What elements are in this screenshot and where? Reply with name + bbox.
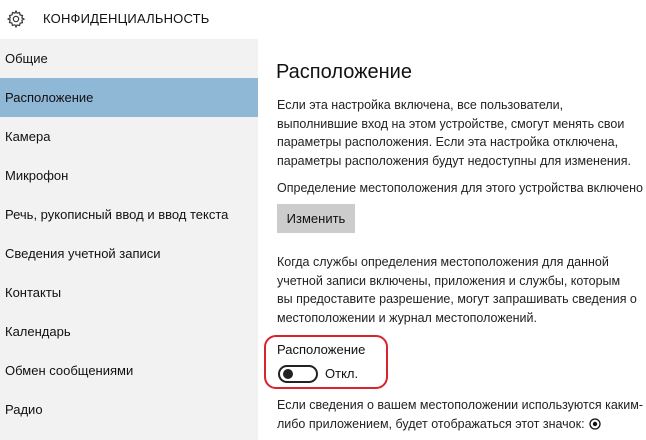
sidebar-item-camera[interactable]: Камера: [0, 117, 258, 156]
sidebar-item-radio[interactable]: Радио: [0, 390, 258, 429]
main-content: Расположение Если эта настройка включена…: [258, 39, 646, 440]
sidebar-item-speech[interactable]: Речь, рукописный ввод и ввод текста: [0, 195, 258, 234]
location-toggle-label: Расположение: [277, 342, 366, 357]
change-button[interactable]: Изменить: [277, 204, 355, 233]
sidebar-item-location[interactable]: Расположение: [0, 78, 258, 117]
sidebar-item-contacts[interactable]: Контакты: [0, 273, 258, 312]
app-header: КОНФИДЕНЦИАЛЬНОСТЬ: [0, 0, 646, 37]
sidebar-item-account-info[interactable]: Сведения учетной записи: [0, 234, 258, 273]
sidebar-item-microphone[interactable]: Микрофон: [0, 156, 258, 195]
location-description: Если эта настройка включена, все пользов…: [277, 98, 632, 168]
page-header-title: КОНФИДЕНЦИАЛЬНОСТЬ: [43, 11, 210, 26]
toggle-knob: [283, 369, 293, 379]
location-toggle[interactable]: [278, 365, 318, 383]
gear-icon: [6, 9, 26, 28]
location-toggle-state: Откл.: [325, 366, 359, 381]
sidebar-item-messaging[interactable]: Обмен сообщениями: [0, 351, 258, 390]
location-icon-description: Если сведения о вашем местоположении исп…: [277, 396, 646, 433]
sidebar-item-general[interactable]: Общие: [0, 39, 258, 78]
sidebar-item-calendar[interactable]: Календарь: [0, 312, 258, 351]
device-location-status: Определение местоположения для этого уст…: [277, 181, 643, 195]
page-title: Расположение: [276, 61, 412, 83]
account-location-description: Когда службы определения местоположения …: [277, 255, 637, 325]
sidebar: Общие Расположение Камера Микрофон Речь,…: [0, 39, 258, 440]
location-indicator-icon: [588, 417, 601, 430]
